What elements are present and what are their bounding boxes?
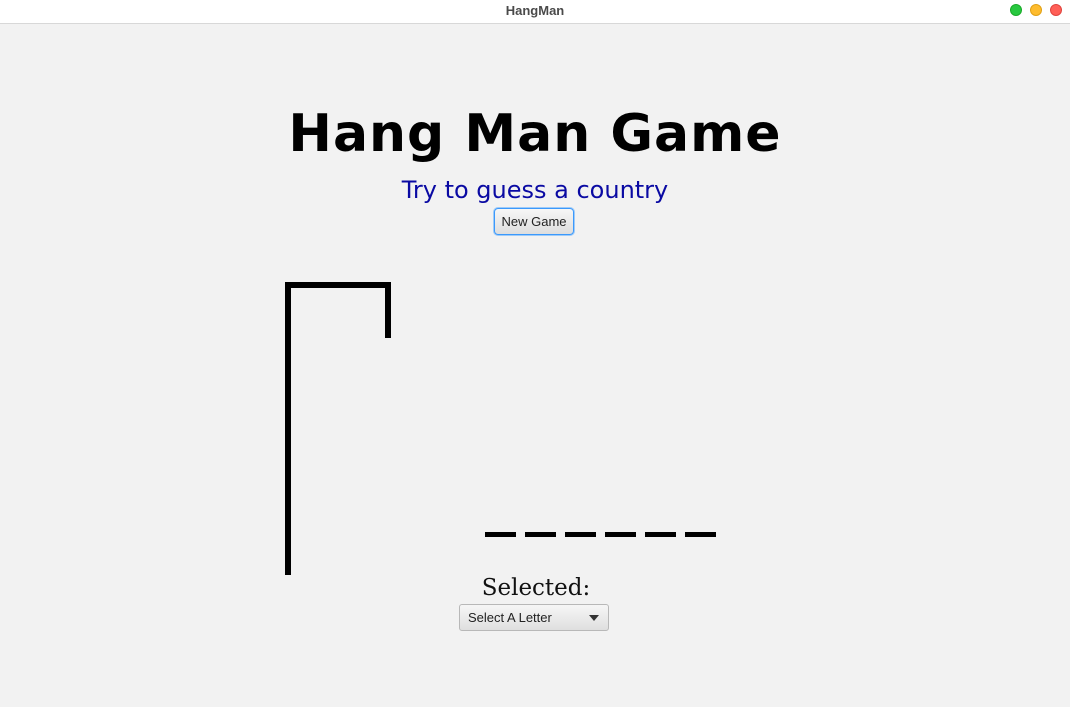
letter-blank — [565, 532, 596, 537]
selected-label: Selected: — [481, 575, 591, 601]
close-button[interactable] — [1050, 4, 1062, 16]
letter-blank — [645, 532, 676, 537]
title-bar: HangMan — [0, 0, 1070, 24]
letter-blank — [605, 532, 636, 537]
gallows-post — [285, 282, 291, 575]
chevron-down-icon — [589, 615, 599, 621]
page-title: Hang Man Game — [288, 104, 782, 164]
new-game-button[interactable]: New Game — [494, 208, 574, 235]
letter-blank — [485, 532, 516, 537]
letter-blank — [525, 532, 556, 537]
window-title: HangMan — [505, 3, 565, 18]
letter-select-value: Select A Letter — [468, 610, 552, 625]
letter-select-dropdown[interactable]: Select A Letter — [459, 604, 609, 631]
letter-blank — [685, 532, 716, 537]
word-blanks — [485, 532, 716, 537]
gallows-rope — [385, 282, 391, 338]
gallows-beam — [285, 282, 391, 288]
page-subtitle: Try to guess a country — [401, 176, 669, 204]
maximize-button[interactable] — [1010, 4, 1022, 16]
app-window: HangMan Hang Man Game Try to guess a cou… — [0, 0, 1070, 707]
minimize-button[interactable] — [1030, 4, 1042, 16]
